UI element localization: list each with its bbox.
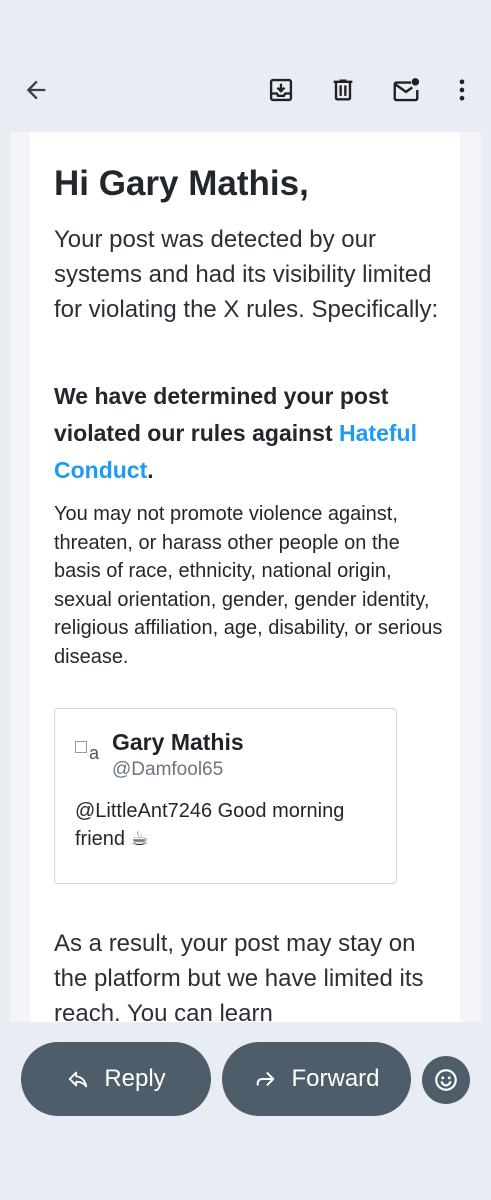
forward-button[interactable]: Forward — [222, 1042, 411, 1116]
email-greeting: Hi Gary Mathis, — [54, 164, 309, 203]
avatar: a — [75, 741, 101, 763]
archive-icon — [269, 78, 293, 102]
email-margin-left — [10, 132, 30, 1022]
avatar-alt-text: a — [89, 742, 100, 763]
post-author-handle: @Damfool65 — [112, 759, 224, 780]
reply-button[interactable]: Reply — [21, 1042, 211, 1116]
quoted-post-card[interactable]: a Gary Mathis @Damfool65 @LittleAnt7246 … — [54, 708, 397, 884]
email-body[interactable]: Hi Gary Mathis, Your post was detected b… — [10, 132, 481, 1022]
forward-arrow-icon — [253, 1067, 277, 1091]
more-vert-icon — [459, 79, 465, 101]
email-margin-right — [460, 132, 481, 1022]
mark-unread-button[interactable] — [386, 70, 426, 110]
back-button[interactable] — [16, 70, 56, 110]
emoji-smile-icon — [435, 1069, 457, 1091]
bottom-action-bar: Reply Forward — [0, 1022, 491, 1200]
delete-button[interactable] — [323, 70, 363, 110]
mail-unread-icon — [393, 78, 420, 102]
emoji-reaction-button[interactable] — [422, 1056, 470, 1104]
archive-button[interactable] — [261, 70, 301, 110]
post-text: @LittleAnt7246 Good morning friend ☕ — [75, 800, 345, 850]
violation-statement-end: . — [147, 457, 154, 483]
policy-description: You may not promote violence against, th… — [54, 503, 443, 668]
email-intro-text: Your post was detected by our systems an… — [54, 226, 439, 323]
violation-statement: We have determined your post violated ou… — [54, 378, 444, 489]
reply-arrow-icon — [66, 1067, 90, 1091]
post-author-name: Gary Mathis — [112, 729, 244, 755]
reply-label: Reply — [104, 1065, 166, 1092]
forward-label: Forward — [291, 1065, 380, 1092]
more-options-button[interactable] — [442, 70, 482, 110]
top-toolbar — [0, 0, 491, 132]
broken-image-icon — [75, 741, 87, 753]
arrow-left-icon — [26, 80, 46, 100]
trash-icon — [333, 79, 353, 101]
result-text: As a result, your post may stay on the p… — [54, 930, 424, 1022]
